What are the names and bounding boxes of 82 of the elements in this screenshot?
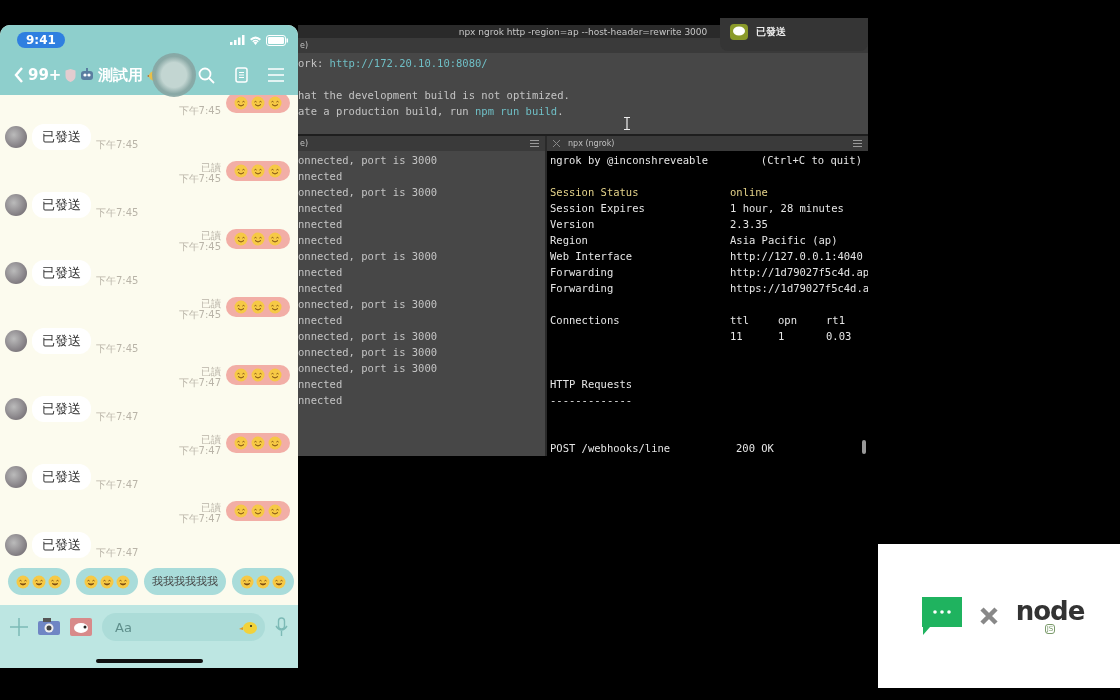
status-value: Asia Pacific (ap) [730,233,839,248]
terminal-line: nnected [298,201,344,216]
message-bubble: 已發送 [32,192,91,218]
terminal-line: onnected, port is 3000 [298,297,439,312]
banner-text: ngrok by @inconshreveable [550,153,709,168]
message-bubble: 已發送 [32,532,91,558]
column-header: rt1 [826,313,846,328]
status-label: Forwarding [550,281,615,296]
metric-value: 0.03 [826,329,853,344]
message-time: 下午7:45 [96,343,139,354]
terminal-line: nnected [298,393,344,408]
message-time: 下午7:45 [96,275,139,286]
read-receipt: 已讀 [201,298,221,309]
section-title: HTTP Requests [550,377,634,392]
read-receipt: 已讀 [201,502,221,513]
terminal-line: onnected, port is 3000 [298,153,439,168]
terminal-line: onnected, port is 3000 [298,249,439,264]
terminal-line: onnected, port is 3000 [298,329,439,344]
status-label: Session Status [550,185,640,200]
message-time: 下午7:45 [178,173,221,184]
status-label: Region [550,233,589,248]
status-value: https://1d79027f5c4d.a [730,281,868,296]
status-value: http://127.0.0.1:4040 [730,249,864,264]
message-time: 下午7:45 [96,139,139,150]
status-value: 2.3.35 [730,217,769,232]
message-bubble: 已發送 [32,124,91,150]
message-time: 下午7:47 [178,377,221,388]
column-header: ttl [730,313,750,328]
logo-wordmark: node [1015,598,1085,624]
metric-value: 1 [778,329,786,344]
chat-title: 測試用 [98,65,144,85]
terminal-line: nnected [298,377,344,392]
terminal-line: nnected [298,233,344,248]
read-receipt: 已讀 [201,434,221,445]
message-bubble: 已發送 [32,328,91,354]
quick-reply-chip[interactable]: 我我我我我我 [144,568,226,595]
terminal-line: ork: http://172.20.10.10:8080/ [298,56,489,72]
message-bubble: 已發送 [32,464,91,490]
terminal-line: nnected [298,265,344,280]
message-time: 下午7:45 [96,207,139,218]
tab-label[interactable]: npx (ngrok) [568,139,615,148]
status-label: Connections [550,313,621,328]
read-receipt: 已讀 [201,366,221,377]
status-label: Web Interface [550,249,634,264]
terminal-line: nnected [298,281,344,296]
terminal-line: onnected, port is 3000 [298,361,439,376]
message-time: 下午7:47 [96,547,139,558]
status-time: 9:41 [17,32,65,48]
unread-count: 99+ [28,66,62,84]
status-label: Session Expires [550,201,646,216]
message-time: 下午7:47 [178,445,221,456]
column-header: opn [778,313,798,328]
message-time: 下午7:45 [178,241,221,252]
terminal-line: nnected [298,217,344,232]
status-label: Version [550,217,596,232]
message-time: 下午7:45 [178,105,221,116]
tab-label[interactable]: e) [300,139,309,148]
terminal-line: onnected, port is 3000 [298,345,439,360]
request-path: POST /webhooks/line [550,441,672,456]
message-bubble: 已發送 [32,396,91,422]
status-value: online [730,185,769,200]
terminal-line: nnected [298,313,344,328]
message-bubble: 已發送 [32,260,91,286]
tab-label[interactable]: e) [300,41,309,51]
terminal-line: hat the development build is not optimized. [298,88,571,104]
terminal-line: onnected, port is 3000 [298,185,439,200]
metric-value: 11 [730,329,744,344]
terminal-line: ate a production build, run npm run build. [298,104,565,120]
section-rule: ------------- [550,393,634,408]
message-time: 下午7:47 [96,479,139,490]
request-status: 200 OK [736,441,774,456]
status-value: http://1d79027f5c4d.ap [730,265,868,280]
status-value: 1 hour, 28 minutes [730,201,845,216]
quit-hint: (Ctrl+C to quit) [760,153,862,168]
message-time: 下午7:47 [96,411,139,422]
terminal-line: nnected [298,169,344,184]
read-receipt: 已讀 [201,230,221,241]
message-time: 下午7:45 [178,309,221,320]
message-time: 下午7:47 [178,513,221,524]
notification-popup[interactable]: 已發送 [720,18,868,51]
read-receipt: 已讀 [201,162,221,173]
status-label: Forwarding [550,265,615,280]
